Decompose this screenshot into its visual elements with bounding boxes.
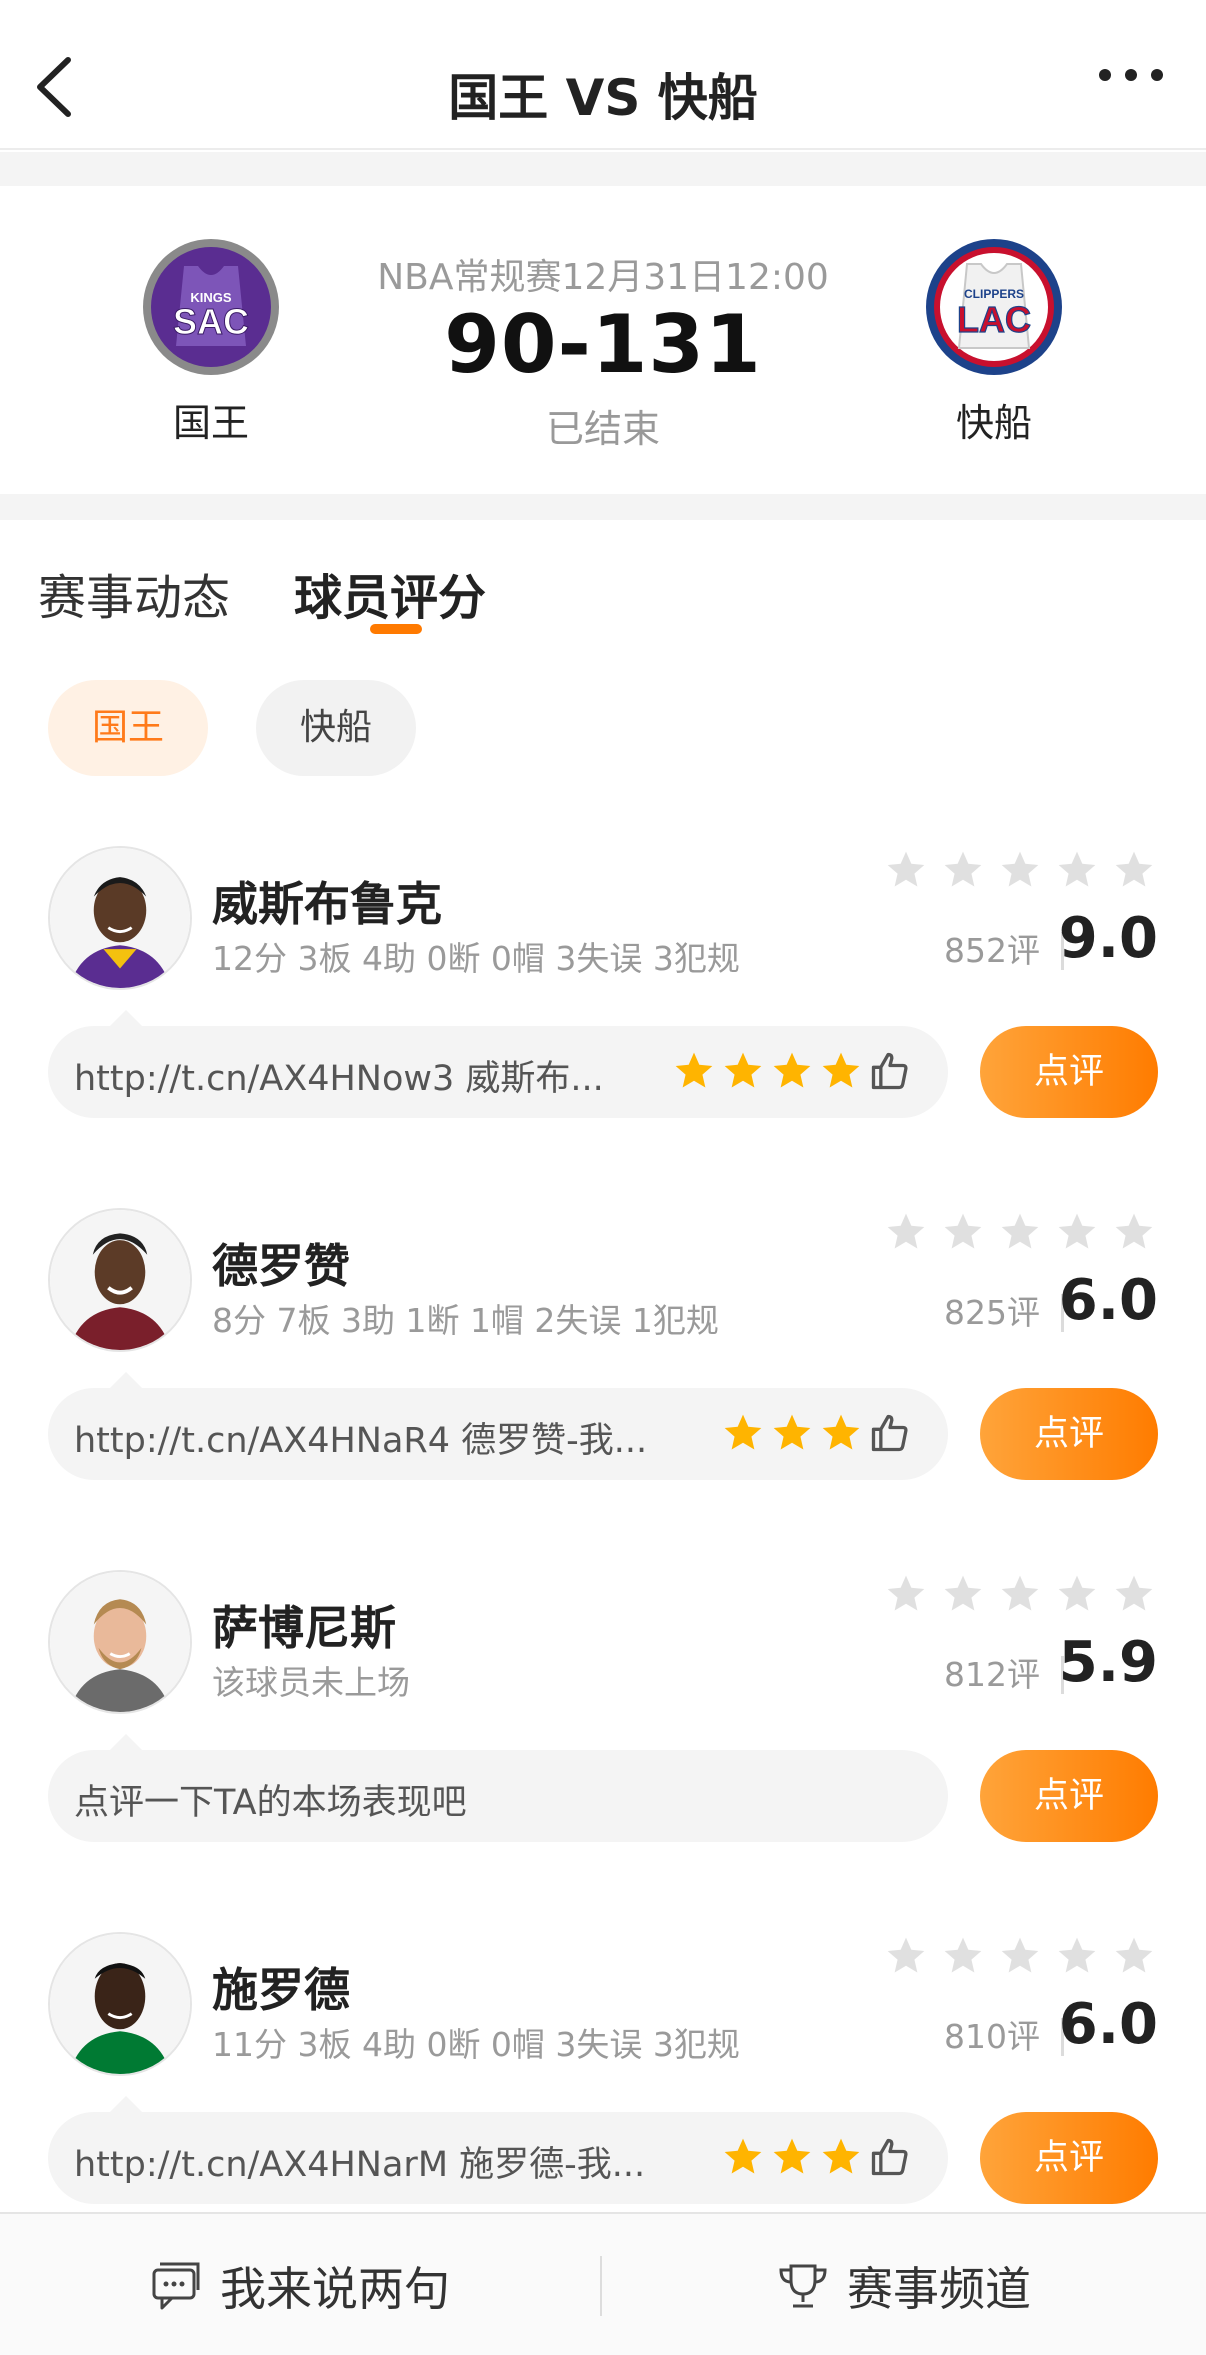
rating-score: 5.9 — [1058, 1630, 1158, 1695]
player-stats: 12分 3板 4助 0断 0帽 3失误 3犯规 — [212, 939, 740, 978]
rating-stars[interactable] — [884, 848, 1156, 898]
star-icon — [1001, 1575, 1039, 1611]
star-icon — [822, 2138, 860, 2174]
player-name[interactable]: 施罗德 — [212, 1954, 350, 2020]
page-title: 国王 VS 快船 — [448, 69, 758, 127]
star-icon — [944, 1213, 982, 1249]
star-icon — [1115, 1937, 1153, 1973]
comment-stars — [672, 1048, 912, 1094]
active-tab-indicator — [370, 624, 422, 634]
star-icon — [724, 1052, 762, 1088]
player-name[interactable]: 萨博尼斯 — [212, 1592, 396, 1658]
star-icon — [1115, 1213, 1153, 1249]
star-icon — [1115, 1575, 1153, 1611]
rating-score: 6.0 — [1058, 1992, 1158, 2057]
tab-player-ratings[interactable]: 球员评分 — [294, 558, 486, 628]
top-comment[interactable]: http://t.cn/AX4HNarM 施罗德-我... — [48, 2096, 948, 2204]
top-comment[interactable]: http://t.cn/AX4HNaR4 德罗赞-我... — [48, 1372, 948, 1480]
comment-entry-button[interactable]: 我来说两句 — [0, 2214, 600, 2355]
player-card: 萨博尼斯 该球员未上场 812评 5.9 点评一下TA的本场表现吧 点评 — [0, 1570, 1206, 1930]
comment-prompt[interactable]: 点评一下TA的本场表现吧 — [48, 1734, 948, 1842]
player-stats: 该球员未上场 — [212, 1663, 410, 1702]
thumbs-up-icon[interactable] — [868, 1411, 912, 1455]
rating-stars[interactable] — [884, 1572, 1156, 1622]
star-icon — [1058, 851, 1096, 887]
avatar[interactable] — [48, 1208, 192, 1352]
rating-score: 6.0 — [1058, 1268, 1158, 1333]
comment-stars — [721, 1410, 912, 1456]
trophy-icon — [779, 2264, 827, 2307]
thumbs-up-icon[interactable] — [868, 1049, 912, 1093]
tab-match-updates[interactable]: 赛事动态 — [38, 558, 230, 628]
nav-bar: 国王 VS 快船 — [0, 0, 1206, 150]
rating-count: 825评 — [944, 1293, 1040, 1332]
star-icon — [822, 1052, 860, 1088]
comment-entry-label: 我来说两句 — [220, 2261, 450, 2316]
star-icon — [1001, 851, 1039, 887]
review-button[interactable]: 点评 — [980, 1388, 1158, 1480]
star-icon — [1058, 1937, 1096, 1973]
match-header: KINGS SAC 国王 NBA常规赛12月31日12:00 90-131 已结… — [0, 186, 1206, 494]
star-icon — [944, 851, 982, 887]
star-icon — [1115, 851, 1153, 887]
section-gap — [0, 494, 1206, 520]
filter-chip-clippers[interactable]: 快船 — [256, 680, 416, 776]
rating-stars[interactable] — [884, 1934, 1156, 1984]
rating-score: 9.0 — [1058, 906, 1158, 971]
comment-text: http://t.cn/AX4HNow3 威斯布... — [74, 1059, 604, 1099]
svg-text:LAC: LAC — [957, 299, 1031, 340]
comment-text: http://t.cn/AX4HNarM 施罗德-我... — [74, 2145, 646, 2185]
rating-count: 810评 — [944, 2017, 1040, 2056]
star-icon — [773, 1414, 811, 1450]
review-button[interactable]: 点评 — [980, 2112, 1158, 2204]
comment-icon — [152, 2262, 200, 2309]
bottom-bar: 我来说两句 赛事频道 — [0, 2212, 1206, 2355]
star-icon — [887, 1575, 925, 1611]
avatar[interactable] — [48, 1932, 192, 2076]
away-team[interactable]: CLIPPERS LAC 快船 — [894, 236, 1094, 447]
top-comment[interactable]: http://t.cn/AX4HNow3 威斯布... — [48, 1010, 948, 1118]
star-icon — [887, 851, 925, 887]
review-button[interactable]: 点评 — [980, 1026, 1158, 1118]
review-button[interactable]: 点评 — [980, 1750, 1158, 1842]
comment-text: http://t.cn/AX4HNaR4 德罗赞-我... — [74, 1421, 648, 1461]
thumbs-up-icon[interactable] — [868, 2135, 912, 2179]
star-icon — [1058, 1213, 1096, 1249]
match-channel-label: 赛事频道 — [847, 2261, 1031, 2316]
star-icon — [944, 1937, 982, 1973]
player-name[interactable]: 威斯布鲁克 — [212, 868, 442, 934]
star-icon — [944, 1575, 982, 1611]
player-name[interactable]: 德罗赞 — [212, 1230, 350, 1296]
clippers-logo: CLIPPERS LAC — [926, 239, 1062, 375]
rating-count: 812评 — [944, 1655, 1040, 1694]
star-icon — [887, 1213, 925, 1249]
tab-bar: 赛事动态 球员评分 — [0, 520, 1206, 650]
star-icon — [773, 2138, 811, 2174]
player-stats: 11分 3板 4助 0断 0帽 3失误 3犯规 — [212, 2025, 740, 2064]
star-icon — [1001, 1937, 1039, 1973]
star-icon — [724, 2138, 762, 2174]
rating-count: 852评 — [944, 931, 1040, 970]
comment-stars — [721, 2134, 912, 2180]
star-icon — [887, 1937, 925, 1973]
section-gap — [0, 152, 1206, 186]
away-team-name: 快船 — [955, 401, 1032, 445]
more-dots-icon[interactable] — [1096, 60, 1166, 90]
star-icon — [1001, 1213, 1039, 1249]
match-channel-button[interactable]: 赛事频道 — [602, 2214, 1206, 2355]
comment-text: 点评一下TA的本场表现吧 — [74, 1783, 467, 1823]
star-icon — [675, 1052, 713, 1088]
avatar[interactable] — [48, 1570, 192, 1714]
star-icon — [724, 1414, 762, 1450]
avatar[interactable] — [48, 846, 192, 990]
star-icon — [773, 1052, 811, 1088]
rating-stars[interactable] — [884, 1210, 1156, 1260]
filter-chip-kings[interactable]: 国王 — [48, 680, 208, 776]
player-stats: 8分 7板 3助 1断 1帽 2失误 1犯规 — [212, 1301, 719, 1340]
player-card: 德罗赞 8分 7板 3助 1断 1帽 2失误 1犯规 825评 6.0 http… — [0, 1208, 1206, 1568]
star-icon — [1058, 1575, 1096, 1611]
player-card: 威斯布鲁克 12分 3板 4助 0断 0帽 3失误 3犯规 852评 9.0 h… — [0, 846, 1206, 1206]
star-icon — [822, 1414, 860, 1450]
